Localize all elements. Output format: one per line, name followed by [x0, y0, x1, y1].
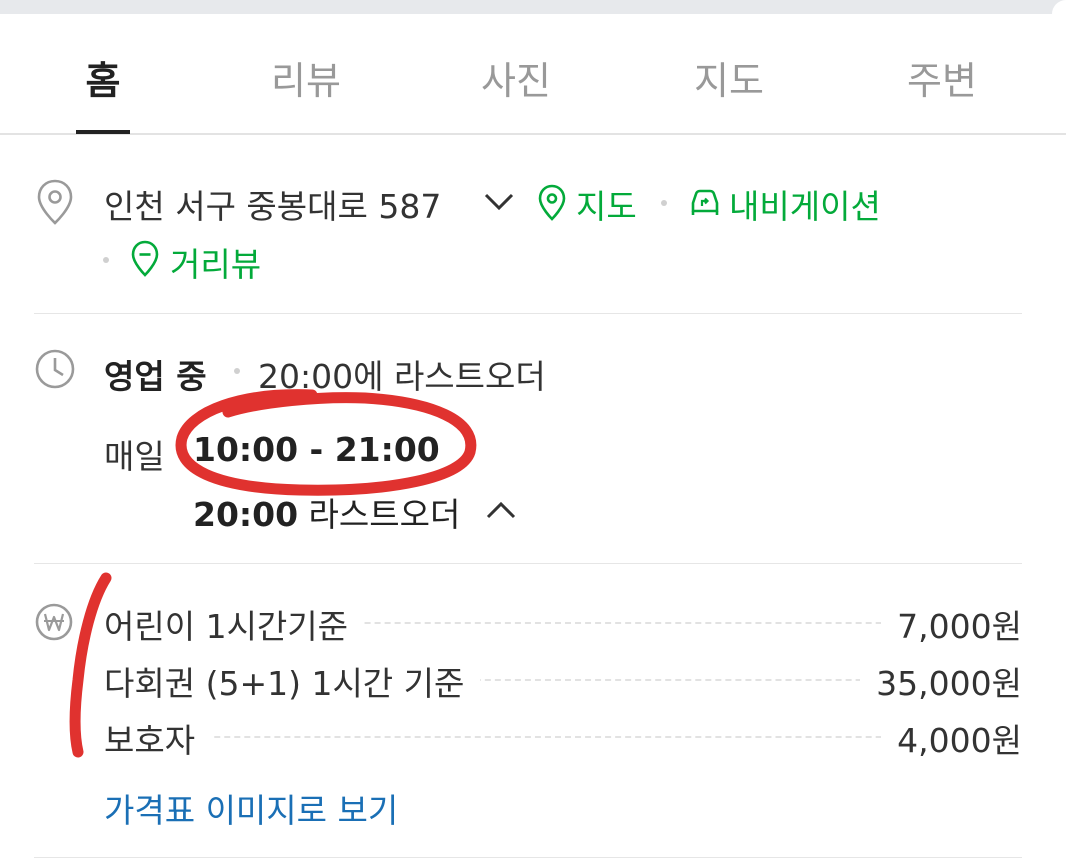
- section-divider: [34, 857, 1022, 858]
- price-item-name: 다회권 (5+1) 1시간 기준: [104, 657, 481, 705]
- won-currency-icon: [35, 603, 73, 641]
- tab-map[interactable]: 지도: [659, 50, 799, 105]
- map-pin-icon: [538, 184, 566, 221]
- tab-reviews[interactable]: 리뷰: [236, 50, 376, 105]
- price-item-value: 4,000원: [881, 714, 1022, 762]
- tab-bar: 홈 리뷰 사진 지도 주변: [0, 14, 1066, 135]
- daily-label: 매일: [104, 437, 165, 476]
- clock-icon: [35, 349, 75, 389]
- open-status: 영업 중: [104, 357, 207, 396]
- last-order-summary: 20:00에 라스트오더: [258, 357, 546, 396]
- street-view-link[interactable]: 거리뷰: [170, 238, 261, 286]
- car-navigation-icon: [691, 189, 719, 215]
- navigation-link[interactable]: 내비게이션: [729, 180, 881, 228]
- separator-dot: [103, 257, 109, 263]
- top-strip: [0, 0, 1066, 14]
- red-stroke-annotation: [69, 572, 112, 758]
- address-text: 인천 서구 중봉대로 587: [104, 187, 442, 226]
- price-row: 어린이 1시간기준 7,000원: [104, 600, 1022, 648]
- price-item-value: 35,000원: [860, 657, 1022, 705]
- section-divider: [34, 313, 1022, 314]
- active-tab-indicator: [76, 130, 130, 134]
- chevron-up-icon[interactable]: [484, 496, 518, 524]
- separator-dot: [661, 200, 667, 206]
- tab-home[interactable]: 홈: [33, 50, 173, 105]
- price-row: 보호자 4,000원: [104, 714, 1022, 762]
- section-divider: [34, 563, 1022, 564]
- map-link[interactable]: 지도: [576, 180, 637, 228]
- tab-photos[interactable]: 사진: [446, 50, 586, 105]
- last-order-time: 20:00: [193, 495, 299, 534]
- street-view-icon: [131, 240, 159, 277]
- location-pin-icon: [37, 179, 73, 225]
- price-row: 다회권 (5+1) 1시간 기준 35,000원: [104, 657, 1022, 705]
- price-item-name: 보호자: [104, 714, 212, 762]
- price-item-name: 어린이 1시간기준: [104, 600, 365, 648]
- separator-dot: [234, 368, 240, 374]
- price-item-value: 7,000원: [881, 600, 1022, 648]
- price-image-link[interactable]: 가격표 이미지로 보기: [104, 784, 398, 832]
- last-order-label: 라스트오더: [308, 495, 461, 534]
- chevron-down-icon[interactable]: [482, 188, 516, 216]
- tab-nearby[interactable]: 주변: [872, 50, 1012, 105]
- last-order-detail: 20:00 라스트오더: [193, 488, 460, 536]
- business-hours: 10:00 - 21:00: [193, 430, 440, 469]
